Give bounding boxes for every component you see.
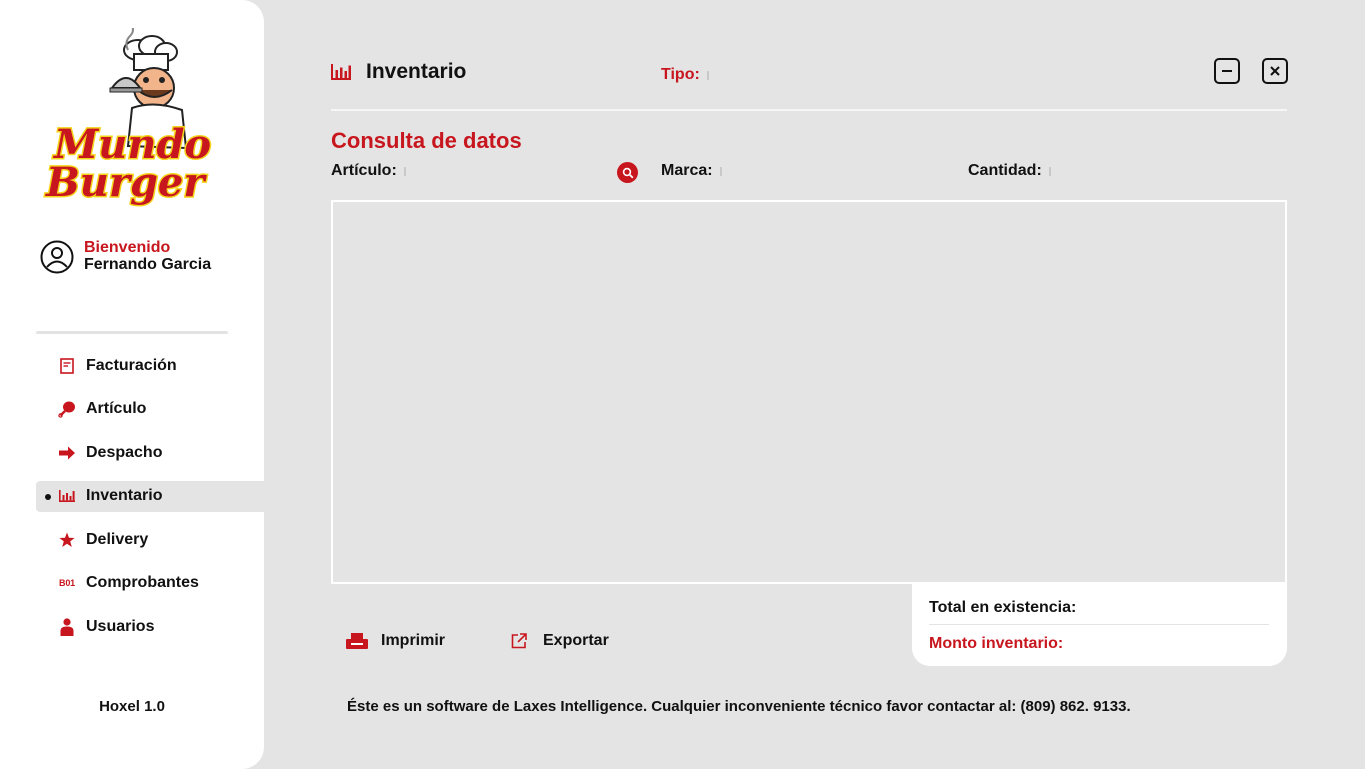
arrow-right-icon — [58, 444, 76, 462]
export-button[interactable]: Exportar — [508, 632, 609, 650]
results-table[interactable] — [331, 200, 1287, 584]
page-header: Inventario — [331, 60, 466, 84]
sidebar-item-label: Usuarios — [86, 618, 155, 636]
footer-note: Éste es un software de Laxes Intelligenc… — [347, 698, 1131, 715]
invoice-icon — [58, 357, 76, 375]
tipo-input-caret[interactable] — [706, 71, 709, 80]
sidebar-item-label: Comprobantes — [86, 574, 199, 592]
print-button[interactable]: Imprimir — [346, 632, 445, 650]
cantidad-input-caret[interactable] — [1048, 167, 1051, 176]
cantidad-label: Cantidad: — [968, 162, 1042, 179]
user-avatar-icon — [40, 240, 74, 274]
sidebar-item-label: Facturación — [86, 356, 177, 374]
marca-input-caret[interactable] — [719, 167, 722, 176]
totals-panel: Total en existencia: Monto inventario: — [912, 584, 1287, 666]
sidebar-item-facturacion[interactable]: Facturación — [36, 350, 264, 381]
printer-icon — [346, 632, 368, 650]
drumstick-icon — [58, 400, 76, 418]
minimize-icon — [1222, 70, 1232, 72]
marca-label: Marca: — [661, 162, 713, 179]
sidebar: Mundo Burger Bienvenido Fernando Garcia … — [0, 0, 264, 769]
tipo-field[interactable]: Tipo: — [661, 66, 709, 84]
articulo-field[interactable]: Artículo: — [331, 162, 406, 180]
active-indicator — [45, 493, 51, 500]
totals-divider — [929, 624, 1269, 625]
sidebar-divider — [36, 331, 228, 334]
section-title: Consulta de datos — [331, 128, 522, 153]
bar-chart-icon — [331, 64, 351, 80]
search-icon — [622, 167, 633, 178]
marca-field[interactable]: Marca: — [661, 162, 722, 180]
greeting: Bienvenido — [84, 239, 171, 256]
app-version: Hoxel 1.0 — [99, 698, 165, 715]
user-name: Fernando Garcia — [84, 256, 212, 273]
sidebar-item-inventario[interactable]: Inventario — [36, 480, 264, 512]
star-icon — [58, 531, 76, 549]
total-existencia-label: Total en existencia: — [929, 599, 1077, 616]
sidebar-item-usuarios[interactable]: Usuarios — [36, 612, 264, 643]
tipo-label: Tipo: — [661, 66, 700, 83]
articulo-input-caret[interactable] — [403, 167, 406, 176]
user-icon — [58, 618, 76, 637]
articulo-label: Artículo: — [331, 162, 397, 179]
sidebar-item-articulo[interactable]: Artículo — [36, 394, 264, 425]
sidebar-nav: Facturación Artículo Despacho Inventario — [36, 350, 264, 655]
page-title: Inventario — [366, 60, 467, 83]
b01-icon: B01 — [59, 578, 75, 589]
sidebar-item-label: Despacho — [86, 443, 163, 461]
minimize-button[interactable] — [1214, 58, 1240, 84]
print-label: Imprimir — [381, 632, 446, 649]
sidebar-item-label: Inventario — [86, 487, 163, 505]
user-info: Bienvenido Fernando Garcia — [40, 240, 211, 274]
bar-chart-icon — [58, 487, 76, 505]
sidebar-item-label: Artículo — [86, 400, 147, 418]
svg-text:Burger: Burger — [45, 159, 207, 206]
sidebar-item-delivery[interactable]: Delivery — [36, 524, 264, 555]
header-divider — [331, 109, 1287, 111]
cantidad-field[interactable]: Cantidad: — [968, 162, 1051, 180]
sidebar-item-label: Delivery — [86, 530, 149, 548]
monto-inventario-label: Monto inventario: — [929, 635, 1064, 652]
export-label: Exportar — [543, 632, 609, 649]
sidebar-item-comprobantes[interactable]: B01 Comprobantes — [36, 568, 264, 599]
external-link-icon — [508, 632, 530, 650]
close-button[interactable] — [1262, 58, 1288, 84]
mundo-burger-logo: Mundo Burger — [40, 21, 225, 213]
sidebar-item-despacho[interactable]: Despacho — [36, 437, 264, 468]
close-icon — [1270, 66, 1280, 76]
search-button[interactable] — [617, 162, 638, 183]
